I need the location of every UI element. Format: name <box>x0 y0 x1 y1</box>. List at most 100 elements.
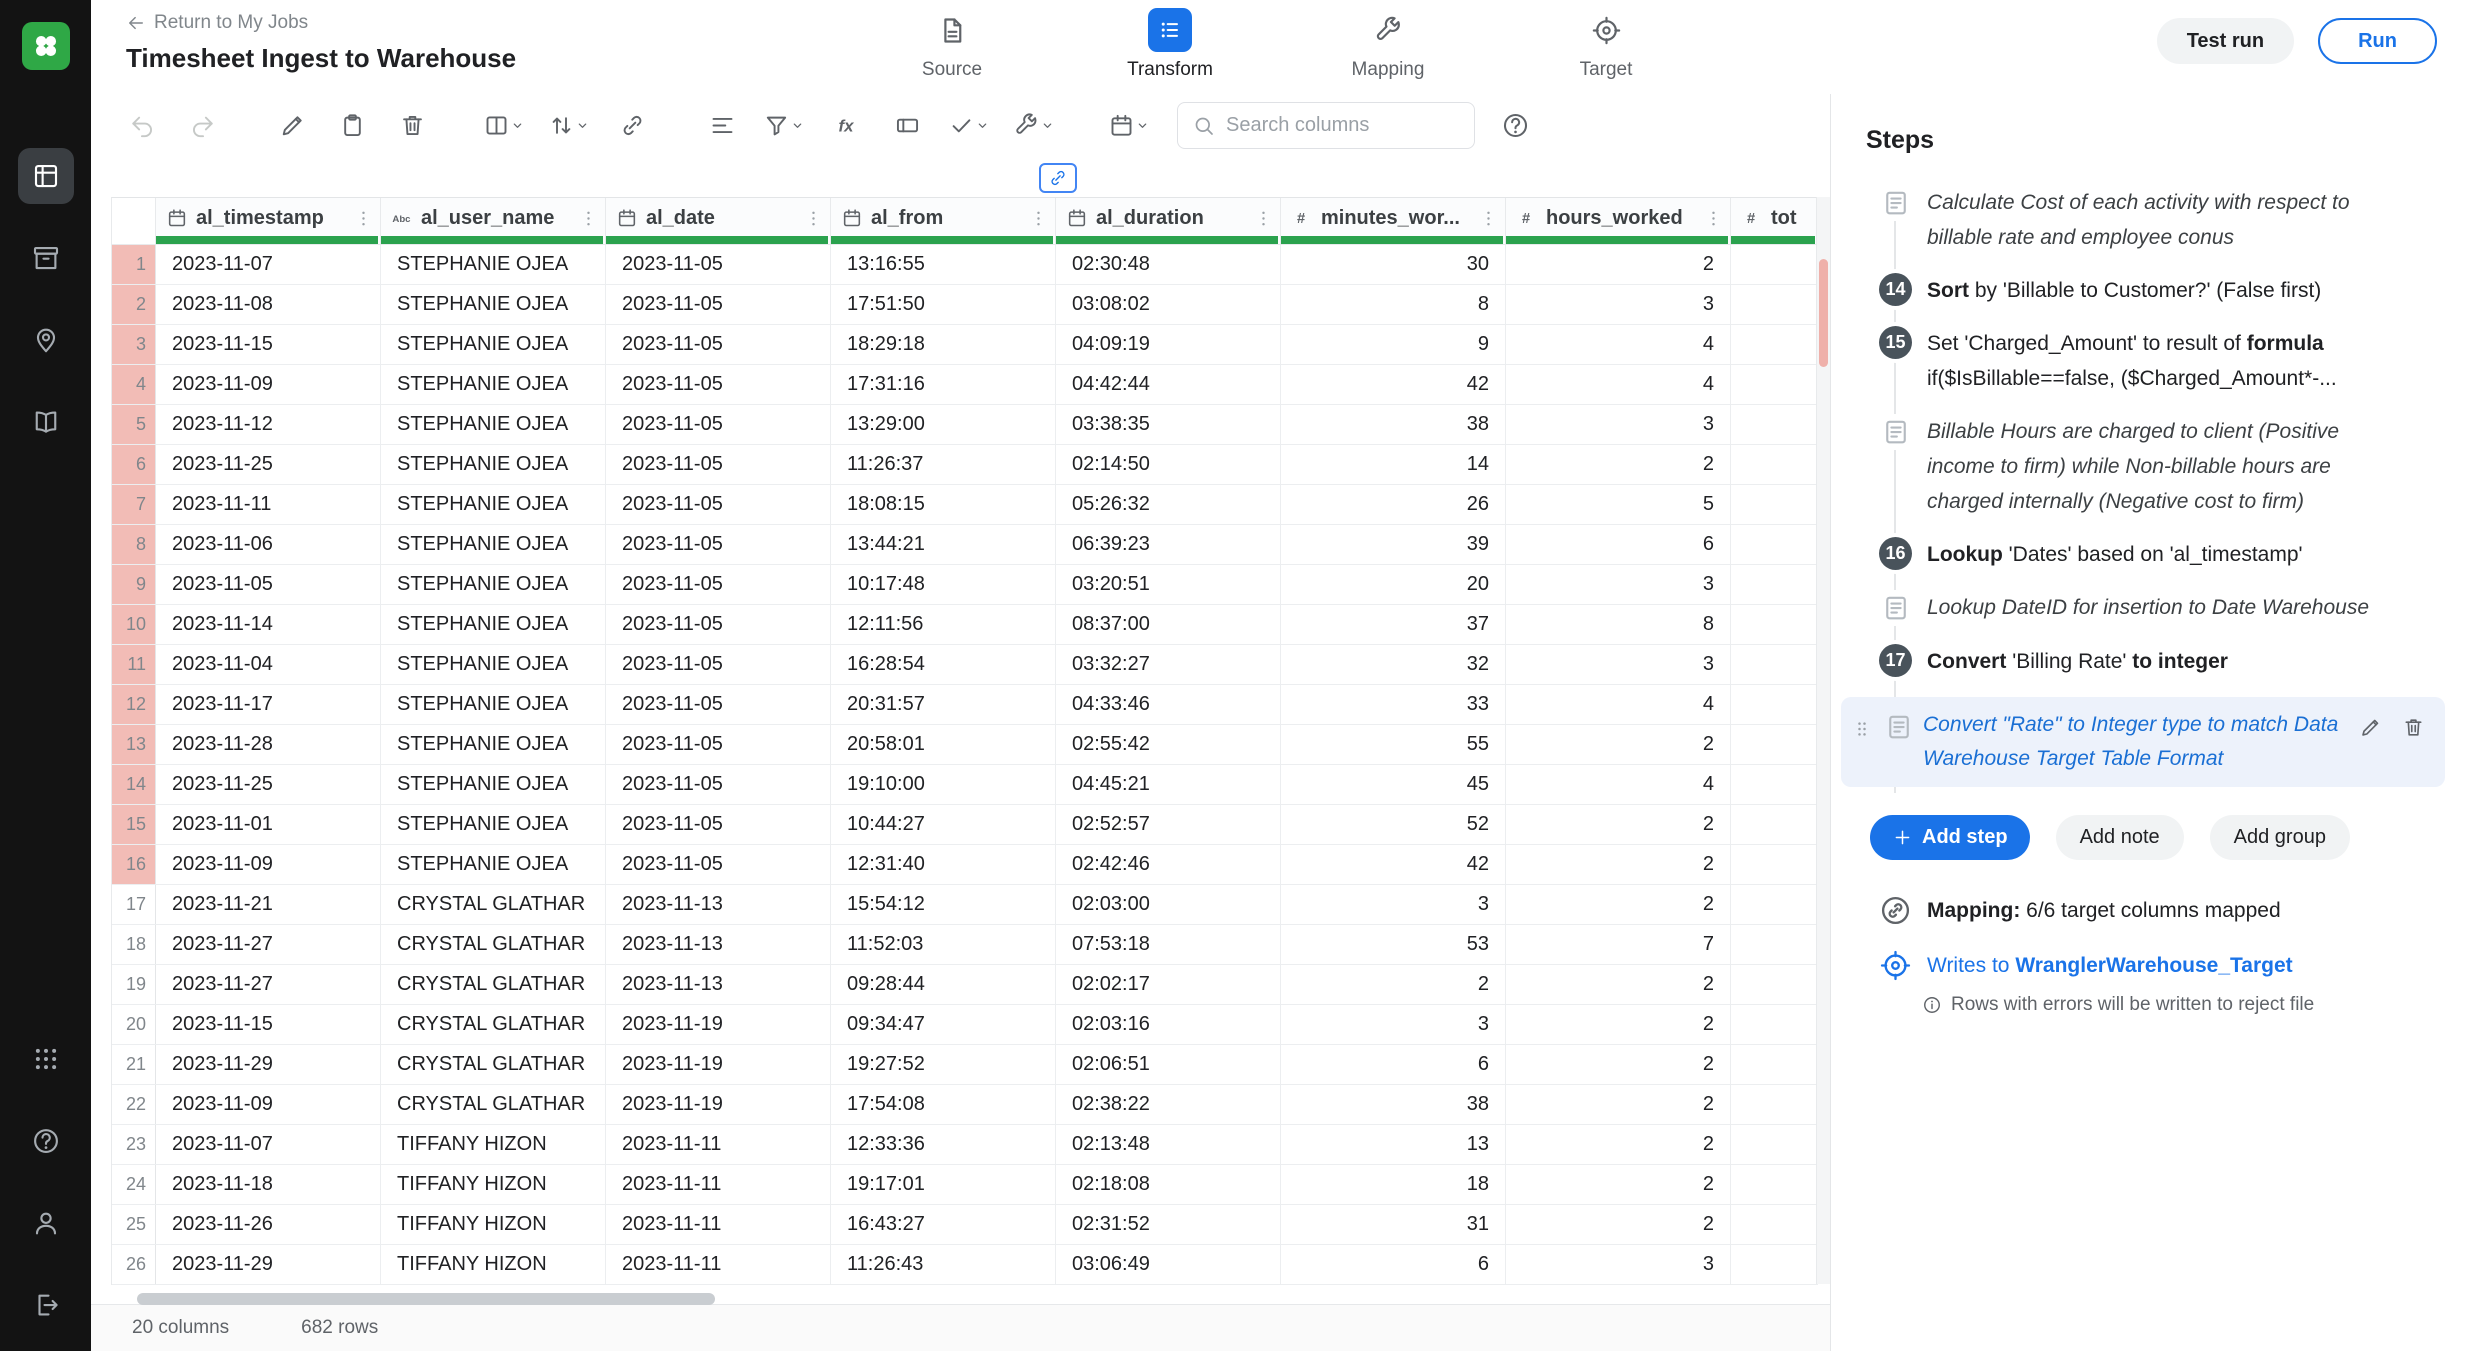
table-cell[interactable]: 2 <box>1506 965 1731 1004</box>
step-note-selected[interactable]: Convert "Rate" to Integer type to match … <box>1841 697 2445 787</box>
table-cell[interactable]: 2023-11-05 <box>606 485 831 524</box>
table-cell[interactable] <box>1731 1005 1818 1044</box>
table-row[interactable]: 252023-11-26TIFFANY HIZON2023-11-1116:43… <box>112 1205 1818 1245</box>
table-cell[interactable]: 6 <box>1281 1045 1506 1084</box>
column-header-al_timestamp[interactable]: al_timestamp <box>156 198 381 244</box>
table-row[interactable]: 112023-11-04STEPHANIE OJEA2023-11-0516:2… <box>112 645 1818 685</box>
table-cell[interactable] <box>1731 365 1818 404</box>
table-cell[interactable]: 04:33:46 <box>1056 685 1281 724</box>
table-cell[interactable]: 2 <box>1506 245 1731 284</box>
table-row[interactable]: 142023-11-25STEPHANIE OJEA2023-11-0519:1… <box>112 765 1818 805</box>
table-cell[interactable]: 38 <box>1281 1085 1506 1124</box>
table-cell[interactable]: 2023-11-09 <box>156 845 381 884</box>
table-cell[interactable]: 6 <box>1281 1245 1506 1284</box>
table-cell[interactable]: 2023-11-04 <box>156 645 381 684</box>
table-cell[interactable]: 10:44:27 <box>831 805 1056 844</box>
table-cell[interactable]: 2023-11-29 <box>156 1045 381 1084</box>
table-row[interactable]: 242023-11-18TIFFANY HIZON2023-11-1119:17… <box>112 1165 1818 1205</box>
table-cell[interactable]: 10:17:48 <box>831 565 1056 604</box>
table-cell[interactable]: STEPHANIE OJEA <box>381 725 606 764</box>
table-cell[interactable]: 02:06:51 <box>1056 1045 1281 1084</box>
table-cell[interactable]: 3 <box>1506 285 1731 324</box>
table-cell[interactable]: 2 <box>1281 965 1506 1004</box>
tool-pencil-button[interactable] <box>269 103 315 149</box>
row-number[interactable]: 18 <box>112 925 156 964</box>
table-cell[interactable]: 02:14:50 <box>1056 445 1281 484</box>
table-cell[interactable]: 39 <box>1281 525 1506 564</box>
table-cell[interactable]: 2023-11-19 <box>606 1005 831 1044</box>
table-cell[interactable]: 8 <box>1281 285 1506 324</box>
table-row[interactable]: 222023-11-09CRYSTAL GLATHAR2023-11-1917:… <box>112 1085 1818 1125</box>
table-cell[interactable]: CRYSTAL GLATHAR <box>381 1005 606 1044</box>
add-group-button[interactable]: Add group <box>2210 815 2350 860</box>
column-menu-icon[interactable] <box>1478 208 1499 229</box>
table-cell[interactable]: 2023-11-07 <box>156 245 381 284</box>
step-item[interactable]: 15Set 'Charged_Amount' to result of form… <box>1864 326 2445 396</box>
table-cell[interactable]: 2023-11-13 <box>606 965 831 1004</box>
tool-link-button[interactable] <box>609 103 655 149</box>
table-row[interactable]: 212023-11-29CRYSTAL GLATHAR2023-11-1919:… <box>112 1045 1818 1085</box>
table-cell[interactable]: 2023-11-19 <box>606 1045 831 1084</box>
tool-filter-button[interactable] <box>759 103 810 149</box>
table-cell[interactable]: 2 <box>1506 805 1731 844</box>
table-cell[interactable] <box>1731 725 1818 764</box>
column-menu-icon[interactable] <box>353 208 374 229</box>
table-cell[interactable]: 2023-11-11 <box>606 1245 831 1284</box>
row-number[interactable]: 26 <box>112 1245 156 1284</box>
table-cell[interactable]: 2 <box>1506 1005 1731 1044</box>
table-cell[interactable]: 2023-11-27 <box>156 965 381 1004</box>
table-cell[interactable]: 2 <box>1506 1125 1731 1164</box>
tool-undo-button[interactable] <box>119 103 165 149</box>
row-number[interactable]: 5 <box>112 405 156 444</box>
table-cell[interactable]: 06:39:23 <box>1056 525 1281 564</box>
table-cell[interactable]: 18:08:15 <box>831 485 1056 524</box>
column-header-al_from[interactable]: al_from <box>831 198 1056 244</box>
table-cell[interactable]: 02:13:48 <box>1056 1125 1281 1164</box>
table-cell[interactable]: STEPHANIE OJEA <box>381 405 606 444</box>
horizontal-scroll-thumb[interactable] <box>137 1293 715 1305</box>
table-cell[interactable]: 18 <box>1281 1165 1506 1204</box>
row-number[interactable]: 20 <box>112 1005 156 1044</box>
tool-rows-button[interactable] <box>699 103 745 149</box>
table-cell[interactable]: 3 <box>1506 565 1731 604</box>
run-button[interactable]: Run <box>2318 18 2437 64</box>
table-cell[interactable]: 2 <box>1506 1045 1731 1084</box>
table-cell[interactable]: 37 <box>1281 605 1506 644</box>
table-cell[interactable]: 31 <box>1281 1205 1506 1244</box>
step-note[interactable]: Lookup DateID for insertion to Date Ware… <box>1864 590 2445 626</box>
table-cell[interactable]: 3 <box>1281 1005 1506 1044</box>
test-run-button[interactable]: Test run <box>2157 18 2294 64</box>
table-cell[interactable]: 2023-11-01 <box>156 805 381 844</box>
table-cell[interactable]: 02:42:46 <box>1056 845 1281 884</box>
table-row[interactable]: 152023-11-01STEPHANIE OJEA2023-11-0510:4… <box>112 805 1818 845</box>
table-cell[interactable]: 09:34:47 <box>831 1005 1056 1044</box>
table-cell[interactable]: 8 <box>1506 605 1731 644</box>
column-header-al_duration[interactable]: al_duration <box>1056 198 1281 244</box>
table-cell[interactable]: 2023-11-15 <box>156 325 381 364</box>
table-cell[interactable] <box>1731 805 1818 844</box>
scroll-highlight-marker[interactable] <box>1819 259 1828 367</box>
table-cell[interactable]: 2023-11-05 <box>606 325 831 364</box>
table-cell[interactable]: 20:31:57 <box>831 685 1056 724</box>
table-cell[interactable] <box>1731 525 1818 564</box>
table-cell[interactable]: 03:20:51 <box>1056 565 1281 604</box>
table-cell[interactable]: 12:11:56 <box>831 605 1056 644</box>
row-number[interactable]: 22 <box>112 1085 156 1124</box>
tool-redo-button[interactable] <box>179 103 225 149</box>
table-cell[interactable]: 04:42:44 <box>1056 365 1281 404</box>
table-cell[interactable]: 2 <box>1506 1165 1731 1204</box>
sidebar-item-grid[interactable] <box>18 148 74 204</box>
table-cell[interactable]: STEPHANIE OJEA <box>381 685 606 724</box>
table-cell[interactable]: 02:38:22 <box>1056 1085 1281 1124</box>
sidebar-item-box[interactable] <box>18 230 74 286</box>
table-cell[interactable]: 17:31:16 <box>831 365 1056 404</box>
drag-handle-icon[interactable] <box>1849 708 1875 742</box>
table-cell[interactable]: 2023-11-05 <box>606 685 831 724</box>
step-note[interactable]: Billable Hours are charged to client (Po… <box>1864 414 2445 519</box>
table-cell[interactable]: 2 <box>1506 885 1731 924</box>
table-cell[interactable]: 09:28:44 <box>831 965 1056 1004</box>
row-number[interactable]: 3 <box>112 325 156 364</box>
table-row[interactable]: 62023-11-25STEPHANIE OJEA2023-11-0511:26… <box>112 445 1818 485</box>
table-cell[interactable]: 11:26:43 <box>831 1245 1056 1284</box>
target-link[interactable]: WranglerWarehouse_Target <box>2015 954 2292 977</box>
